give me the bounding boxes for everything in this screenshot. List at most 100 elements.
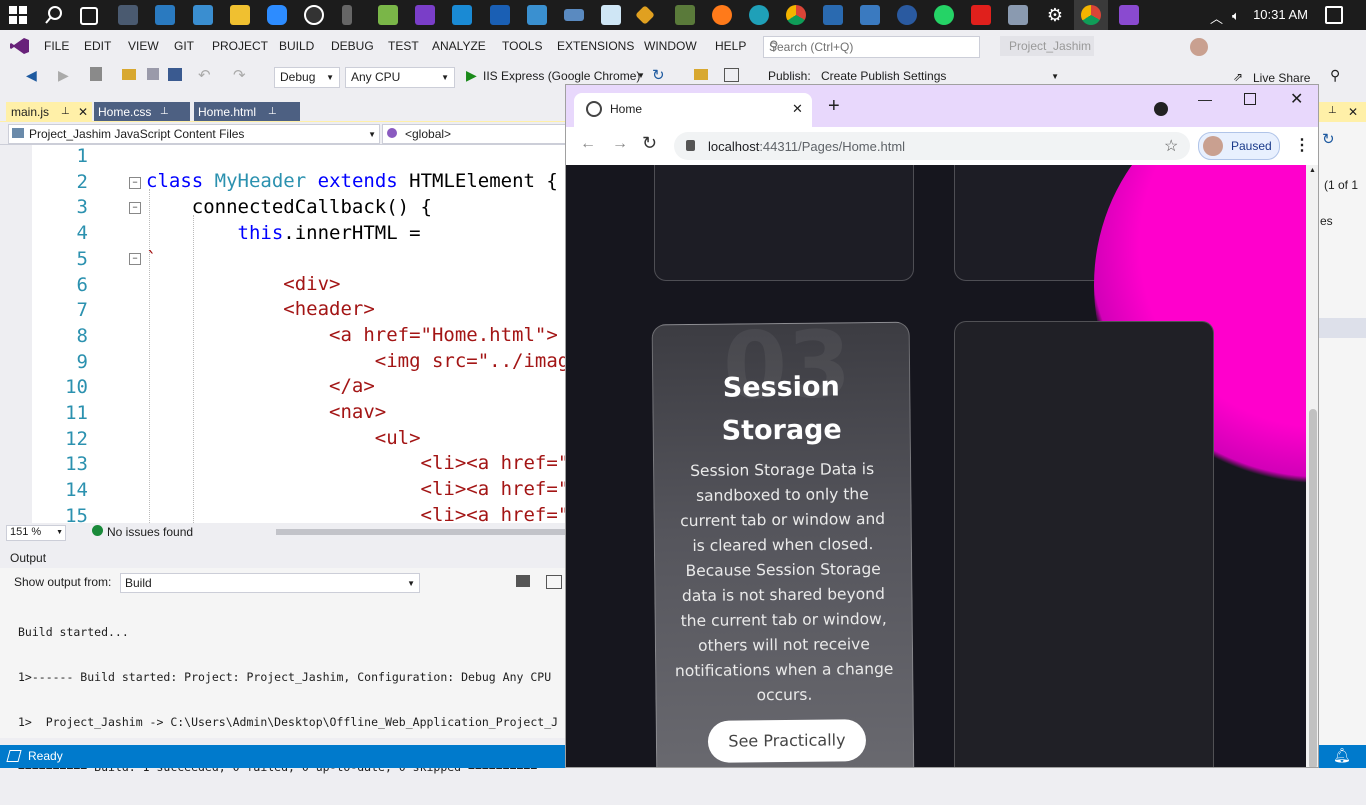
sync-icon[interactable]: ↻ [1322,130,1335,148]
menu-analyze[interactable]: ANALYZE [432,39,486,53]
file-explorer-icon[interactable] [230,5,250,25]
firefox-icon[interactable] [712,5,732,25]
redo-icon[interactable]: ↷ [233,66,246,84]
undo-icon[interactable]: ↶ [198,66,211,84]
notification-icon[interactable] [1325,6,1343,24]
forward-icon[interactable]: ▶ [58,67,69,84]
pin-icon[interactable]: ⊥ [1328,105,1337,116]
close-window-icon[interactable]: ✕ [1290,89,1303,109]
chrome-tab-home[interactable]: Home ✕ [574,93,812,127]
menu-build[interactable]: BUILD [279,39,314,53]
git-icon[interactable] [635,5,655,25]
pin-icon[interactable]: ⊥ [61,106,70,117]
menu-view[interactable]: VIEW [128,39,159,53]
edge-icon[interactable] [749,5,769,25]
calculator-icon[interactable] [118,5,138,25]
notepad-plus-icon[interactable] [378,5,398,25]
image-icon[interactable] [860,5,880,25]
notepad-icon[interactable] [601,5,621,25]
info-icon[interactable] [686,140,695,151]
tab-home-css[interactable]: Home.css ⊥ [94,102,190,122]
menu-help[interactable]: HELP [715,39,746,53]
usb-icon[interactable] [342,5,352,25]
project-dropdown[interactable]: Project_Jashim JavaScript Content Files … [8,124,380,144]
zoom-icon[interactable] [267,5,287,25]
chrome-icon[interactable] [786,5,806,25]
refresh-icon[interactable]: ↻ [652,66,665,84]
clock[interactable]: 10:31 AM [1253,7,1308,22]
vscode-icon[interactable] [452,5,472,25]
notification-bell-icon[interactable]: 🔔︎ [1333,747,1351,764]
menu-window[interactable]: WINDOW [644,39,697,53]
star-icon[interactable]: ☆ [1164,136,1178,156]
find-files-icon[interactable] [694,69,708,80]
reload-icon[interactable]: ↻ [642,133,657,154]
kebab-menu-icon[interactable]: ⋮ [1294,135,1310,155]
project-name-badge[interactable]: Project_Jashim [1000,36,1094,56]
scroll-up-icon[interactable]: ▲ [1309,167,1316,174]
network-icon[interactable] [1008,5,1028,25]
new-project-icon[interactable] [90,67,102,81]
forward-icon[interactable]: → [612,135,628,153]
zoom-dropdown[interactable]: 151 % ▼ [6,525,66,541]
photos-icon[interactable] [823,5,843,25]
chevron-down-icon[interactable]: ▼ [637,71,645,80]
tab-main-js[interactable]: main.js ⊥ ✕ [6,102,92,122]
output-source-dropdown[interactable]: Build ▼ [120,573,420,593]
feedback-icon[interactable]: ⚲ [1330,67,1340,84]
configuration-dropdown[interactable]: Debug ▼ [274,67,340,88]
tab-home-html[interactable]: Home.html ⊥ [194,102,300,122]
see-practically-button[interactable]: See Practically [707,719,867,763]
clear-all-icon[interactable] [516,575,530,587]
menu-git[interactable]: GIT [174,39,194,53]
pin-icon[interactable]: ⊥ [160,106,169,117]
acrobat-icon[interactable] [971,5,991,25]
user-avatar[interactable] [1190,38,1208,56]
menu-file[interactable]: FILE [44,39,69,53]
dev-icon[interactable] [897,5,917,25]
scope-dropdown[interactable]: <global> [382,124,568,144]
url-input[interactable]: localhost:44311/Pages/Home.html ☆ [674,132,1190,160]
search-input[interactable]: Search (Ctrl+Q) ⚲ [763,36,980,58]
task-view-icon[interactable] [80,7,98,25]
run-target[interactable]: IIS Express (Google Chrome) [483,69,640,83]
collapse-icon[interactable]: − [129,202,141,214]
menu-project[interactable]: PROJECT [212,39,268,53]
close-icon[interactable]: ✕ [78,105,88,119]
volume-icon[interactable]: 🔈︎ [1232,8,1240,24]
collapse-icon[interactable]: − [129,253,141,265]
app-green-icon[interactable] [675,5,695,25]
live-share-icon[interactable]: ⇗ [1233,70,1243,84]
code-editor[interactable]: 1 2 3 4 5 6 7 8 9 10 11 12 13 14 15 − − − class MyHead… [0,145,566,523]
horizontal-scrollbar[interactable] [276,529,566,535]
chevron-up-icon[interactable]: ︿ [1210,8,1223,27]
platform-dropdown[interactable]: Any CPU ▼ [345,67,455,88]
chrome-active-icon[interactable] [1074,0,1108,30]
menu-extensions[interactable]: EXTENSIONS [557,39,634,53]
tab-search-icon[interactable] [1154,102,1168,116]
visual-studio-icon[interactable] [415,5,435,25]
live-share-button[interactable]: Live Share [1253,71,1310,85]
word-wrap-icon[interactable] [546,575,562,589]
vs-installer-icon[interactable] [1119,5,1139,25]
open-icon[interactable] [122,69,136,80]
menu-debug[interactable]: DEBUG [331,39,374,53]
windows-start-icon[interactable] [8,5,28,25]
collapse-icon[interactable]: − [129,177,141,189]
search-icon[interactable] [44,5,64,25]
output-text[interactable]: Build started... 1>------ Build started:… [18,595,558,805]
screenshot-icon[interactable] [724,68,739,82]
monitor-icon[interactable] [155,5,175,25]
save-icon[interactable] [147,68,159,80]
back-icon[interactable]: ◀ [26,67,37,84]
close-icon[interactable]: ✕ [1348,105,1358,119]
app-icon[interactable] [527,5,547,25]
page-scrollbar[interactable]: ▲ [1306,165,1318,767]
menu-edit[interactable]: EDIT [84,39,111,53]
gear-icon[interactable]: ⚙ [1045,5,1065,25]
menu-test[interactable]: TEST [388,39,419,53]
obs-icon[interactable] [304,5,324,25]
whatsapp-icon[interactable] [934,5,954,25]
control-panel-icon[interactable] [193,5,213,25]
maximize-icon[interactable] [1244,93,1256,105]
